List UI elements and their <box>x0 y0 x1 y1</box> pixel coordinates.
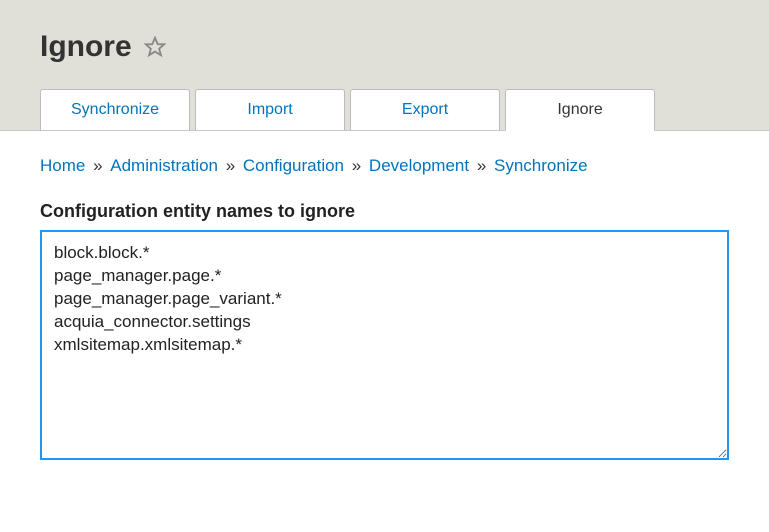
title-row: Ignore <box>0 20 769 89</box>
tab-ignore[interactable]: Ignore <box>505 89 655 131</box>
config-ignore-textarea[interactable] <box>40 230 729 460</box>
content: Home » Administration » Configuration » … <box>0 131 769 490</box>
breadcrumb: Home » Administration » Configuration » … <box>40 156 729 176</box>
tab-synchronize[interactable]: Synchronize <box>40 89 190 131</box>
breadcrumb-separator: » <box>472 156 491 175</box>
breadcrumb-separator: » <box>221 156 240 175</box>
config-ignore-label: Configuration entity names to ignore <box>40 201 729 222</box>
breadcrumb-link-configuration[interactable]: Configuration <box>243 156 344 175</box>
breadcrumb-link-home[interactable]: Home <box>40 156 85 175</box>
tab-import[interactable]: Import <box>195 89 345 131</box>
breadcrumb-link-administration[interactable]: Administration <box>110 156 218 175</box>
tab-export[interactable]: Export <box>350 89 500 131</box>
breadcrumb-link-development[interactable]: Development <box>369 156 469 175</box>
tabs: SynchronizeImportExportIgnore <box>0 89 769 131</box>
breadcrumb-separator: » <box>88 156 107 175</box>
breadcrumb-link-synchronize[interactable]: Synchronize <box>494 156 588 175</box>
breadcrumb-separator: » <box>347 156 366 175</box>
star-icon[interactable] <box>144 36 166 58</box>
page-title: Ignore <box>40 30 132 64</box>
header-area: Ignore SynchronizeImportExportIgnore <box>0 0 769 131</box>
